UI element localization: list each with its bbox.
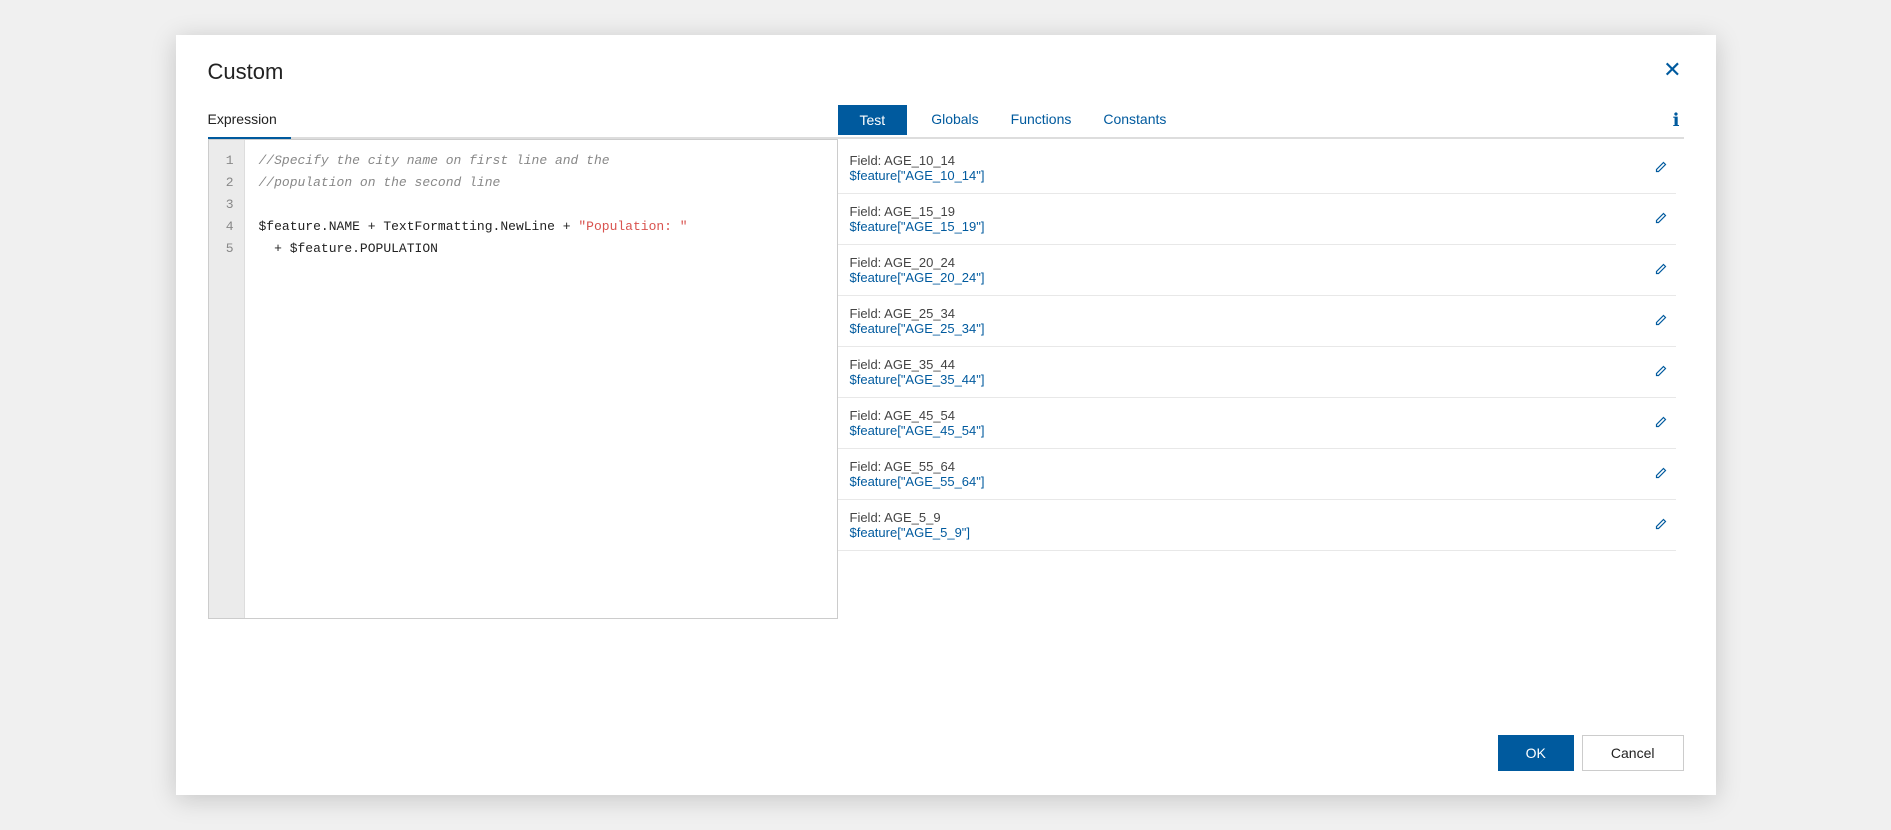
globals-field-value[interactable]: $feature["AGE_10_14"]	[850, 168, 985, 183]
custom-dialog: Custom ✕ Expression 1 2 3 4 5 //Specify …	[176, 35, 1716, 795]
globals-field-value[interactable]: $feature["AGE_25_34"]	[850, 321, 985, 336]
globals-field-label: Field: AGE_45_54	[850, 408, 985, 423]
line-numbers: 1 2 3 4 5	[209, 140, 245, 618]
list-item: Field: AGE_20_24$feature["AGE_20_24"]	[838, 245, 1676, 296]
close-button[interactable]: ✕	[1661, 59, 1683, 81]
dialog-footer: OK Cancel	[208, 735, 1684, 771]
edit-icon-button[interactable]	[1646, 313, 1676, 330]
globals-field-label: Field: AGE_20_24	[850, 255, 985, 270]
right-panel: Test Globals Functions Constants ℹ Field…	[838, 103, 1684, 711]
tab-constants[interactable]: Constants	[1087, 103, 1182, 137]
globals-item-text: Field: AGE_55_64$feature["AGE_55_64"]	[850, 459, 985, 489]
globals-field-label: Field: AGE_35_44	[850, 357, 985, 372]
edit-icon-button[interactable]	[1646, 466, 1676, 483]
edit-icon-button[interactable]	[1646, 160, 1676, 177]
right-tabs-row: Test Globals Functions Constants ℹ	[838, 103, 1684, 139]
list-item: Field: AGE_55_64$feature["AGE_55_64"]	[838, 449, 1676, 500]
edit-icon-button[interactable]	[1646, 415, 1676, 432]
expression-tabs-row: Expression	[208, 103, 838, 139]
globals-item-text: Field: AGE_5_9$feature["AGE_5_9"]	[850, 510, 971, 540]
list-item: Field: AGE_15_19$feature["AGE_15_19"]	[838, 194, 1676, 245]
code-textarea[interactable]: //Specify the city name on first line an…	[245, 140, 837, 618]
cancel-button[interactable]: Cancel	[1582, 735, 1684, 771]
tab-expression[interactable]: Expression	[208, 103, 291, 139]
right-scroll-area: Field: AGE_10_14$feature["AGE_10_14"]Fie…	[838, 139, 1684, 711]
globals-field-value[interactable]: $feature["AGE_55_64"]	[850, 474, 985, 489]
edit-icon-button[interactable]	[1646, 517, 1676, 534]
globals-field-label: Field: AGE_25_34	[850, 306, 985, 321]
globals-field-value[interactable]: $feature["AGE_20_24"]	[850, 270, 985, 285]
left-panel: Expression 1 2 3 4 5 //Specify the city …	[208, 103, 838, 711]
globals-item-text: Field: AGE_15_19$feature["AGE_15_19"]	[850, 204, 985, 234]
globals-field-label: Field: AGE_10_14	[850, 153, 985, 168]
ok-button[interactable]: OK	[1498, 735, 1574, 771]
globals-field-label: Field: AGE_15_19	[850, 204, 985, 219]
list-item: Field: AGE_10_14$feature["AGE_10_14"]	[838, 143, 1676, 194]
list-item: Field: AGE_45_54$feature["AGE_45_54"]	[838, 398, 1676, 449]
dialog-body: Expression 1 2 3 4 5 //Specify the city …	[208, 103, 1684, 711]
globals-field-label: Field: AGE_55_64	[850, 459, 985, 474]
dialog-title: Custom	[208, 59, 284, 85]
globals-item-text: Field: AGE_10_14$feature["AGE_10_14"]	[850, 153, 985, 183]
code-editor[interactable]: 1 2 3 4 5 //Specify the city name on fir…	[208, 139, 838, 619]
edit-icon-button[interactable]	[1646, 364, 1676, 381]
tab-functions[interactable]: Functions	[995, 103, 1088, 137]
dialog-header: Custom ✕	[208, 59, 1684, 85]
globals-field-value[interactable]: $feature["AGE_35_44"]	[850, 372, 985, 387]
tab-globals[interactable]: Globals	[915, 103, 994, 137]
globals-field-label: Field: AGE_5_9	[850, 510, 971, 525]
edit-icon-button[interactable]	[1646, 211, 1676, 228]
globals-item-text: Field: AGE_25_34$feature["AGE_25_34"]	[850, 306, 985, 336]
list-item: Field: AGE_35_44$feature["AGE_35_44"]	[838, 347, 1676, 398]
edit-icon-button[interactable]	[1646, 262, 1676, 279]
globals-field-value[interactable]: $feature["AGE_5_9"]	[850, 525, 971, 540]
globals-list: Field: AGE_10_14$feature["AGE_10_14"]Fie…	[838, 143, 1684, 711]
list-item: Field: AGE_25_34$feature["AGE_25_34"]	[838, 296, 1676, 347]
list-item: Field: AGE_5_9$feature["AGE_5_9"]	[838, 500, 1676, 551]
globals-field-value[interactable]: $feature["AGE_15_19"]	[850, 219, 985, 234]
test-button[interactable]: Test	[838, 105, 908, 135]
globals-field-value[interactable]: $feature["AGE_45_54"]	[850, 423, 985, 438]
info-button[interactable]: ℹ	[1669, 110, 1684, 131]
globals-item-text: Field: AGE_20_24$feature["AGE_20_24"]	[850, 255, 985, 285]
globals-item-text: Field: AGE_45_54$feature["AGE_45_54"]	[850, 408, 985, 438]
globals-item-text: Field: AGE_35_44$feature["AGE_35_44"]	[850, 357, 985, 387]
